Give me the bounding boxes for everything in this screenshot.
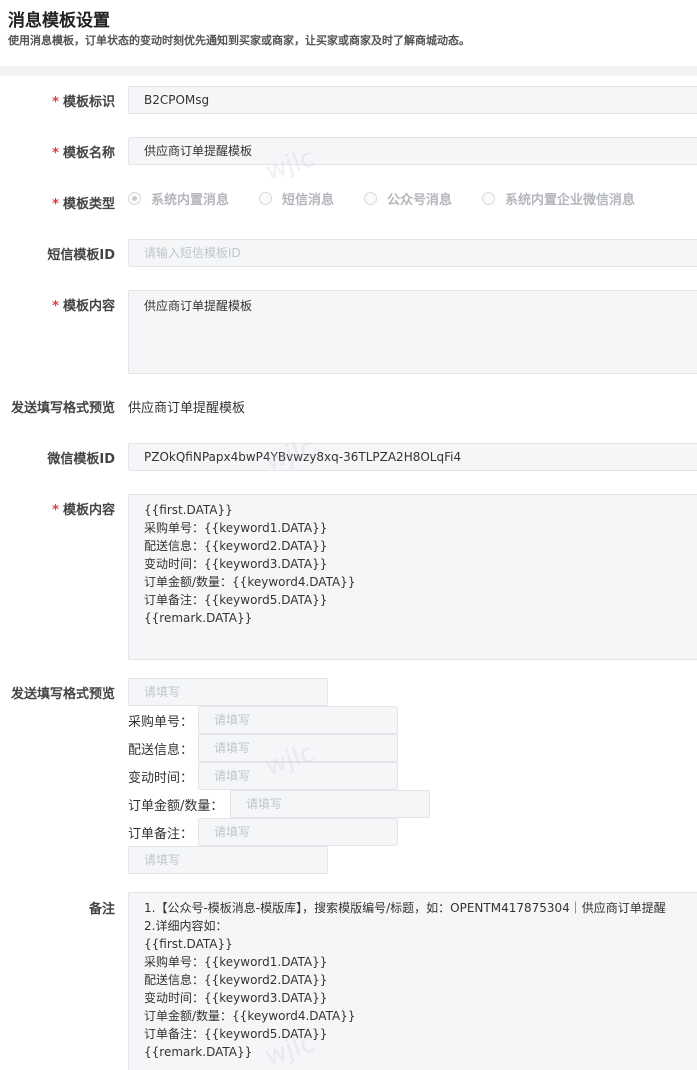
keyword3-input[interactable]: 请填写 [198,762,398,790]
keyword2-label: 配送信息： [128,743,194,758]
remark-textarea[interactable]: 1.【公众号-模板消息-模版库】，搜索模版编号/标题，如：OPENTM41787… [128,892,697,1070]
template-name-label: * 模板名称 [52,146,115,161]
radio-checked-icon [128,192,141,205]
section-divider [0,66,697,76]
radio-unchecked-icon [259,192,273,205]
remark-line: 1.【公众号-模板消息-模版库】，搜索模版编号/标题，如：OPENTM41787… [144,901,666,915]
template-name-input[interactable]: 供应商订单提醒模板 [128,137,697,165]
page-description: 使用消息模板，订单状态的变动时刻优先通知到买家或商家，让买家或商家及时了解商城动… [8,34,470,47]
remark-line: 变动时间：{{keyword3.DATA}} [144,991,328,1005]
content-line: {{remark.DATA}} [144,611,253,625]
remark-line: 订单备注：{{keyword5.DATA}} [144,1027,328,1041]
sms-template-id-label: 短信模板ID [47,248,115,263]
template-type-label: * 模板类型 [52,197,115,212]
required-mark: * [52,197,59,212]
content-line: {{first.DATA}} [144,503,233,517]
required-mark: * [52,146,59,161]
radio-option-system[interactable]: 系统内置消息 [128,189,229,208]
radio-unchecked-icon [482,192,496,205]
keyword1-input[interactable]: 请填写 [198,706,398,734]
remark-line: {{remark.DATA}} [144,1045,253,1059]
remark-label: 备注 [88,902,115,917]
wechat-template-id-input[interactable]: PZOkQfiNPapx4bwP4YBvwzy8xq-36TLPZA2H8OLq… [128,443,697,471]
remark-line: 2.详细内容如： [144,919,228,933]
content-line: 采购单号：{{keyword1.DATA}} [144,521,328,535]
send-preview-label: 发送填写格式预览 [10,401,115,416]
wechat-template-id-label: 微信模板ID [47,452,115,467]
keyword1-label: 采购单号： [128,715,194,730]
remark-line: 订单金额/数量：{{keyword4.DATA}} [144,1009,356,1023]
remark-line: {{first.DATA}} [144,937,233,951]
keyword5-label: 订单备注： [128,827,194,842]
wechat-content-label: * 模板内容 [52,503,115,518]
required-mark: * [52,299,59,314]
template-id-input[interactable]: B2CPOMsg [128,86,697,114]
keyword4-input[interactable]: 请填写 [230,790,430,818]
send-preview-text: 供应商订单提醒模板 [128,401,246,416]
radio-unchecked-icon [364,192,378,205]
keyword2-input[interactable]: 请填写 [198,734,398,762]
required-mark: * [52,95,59,110]
content-line: 变动时间：{{keyword3.DATA}} [144,557,328,571]
remark-line: 配送信息：{{keyword2.DATA}} [144,973,328,987]
send-preview-2-label: 发送填写格式预览 [10,687,115,702]
template-id-label: * 模板标识 [52,95,115,110]
keyword3-label: 变动时间： [128,771,194,786]
radio-option-official-account[interactable]: 公众号消息 [364,189,452,208]
radio-option-sms[interactable]: 短信消息 [259,189,334,208]
radio-option-wecom[interactable]: 系统内置企业微信消息 [482,189,635,208]
template-type-radio-group: 系统内置消息 短信消息 公众号消息 系统内置企业微信消息 [128,189,665,208]
keyword5-input[interactable]: 请填写 [198,818,398,846]
wechat-content-textarea[interactable]: {{first.DATA}} 采购单号：{{keyword1.DATA}} 配送… [128,494,697,660]
template-content-textarea[interactable]: 供应商订单提醒模板 [128,290,697,374]
remark-line: 采购单号：{{keyword1.DATA}} [144,955,328,969]
required-mark: * [52,503,59,518]
content-line: 配送信息：{{keyword2.DATA}} [144,539,328,553]
template-content-label: * 模板内容 [52,299,115,314]
content-line: 订单金额/数量：{{keyword4.DATA}} [144,575,356,589]
page-title: 消息模板设置 [8,11,110,31]
remark-data-input[interactable]: 请填写 [128,846,328,874]
first-data-input[interactable]: 请填写 [128,678,328,706]
keyword4-label: 订单金额/数量： [128,799,224,814]
content-line: 订单备注：{{keyword5.DATA}} [144,593,328,607]
sms-template-id-input[interactable]: 请输入短信模板ID [128,239,697,267]
